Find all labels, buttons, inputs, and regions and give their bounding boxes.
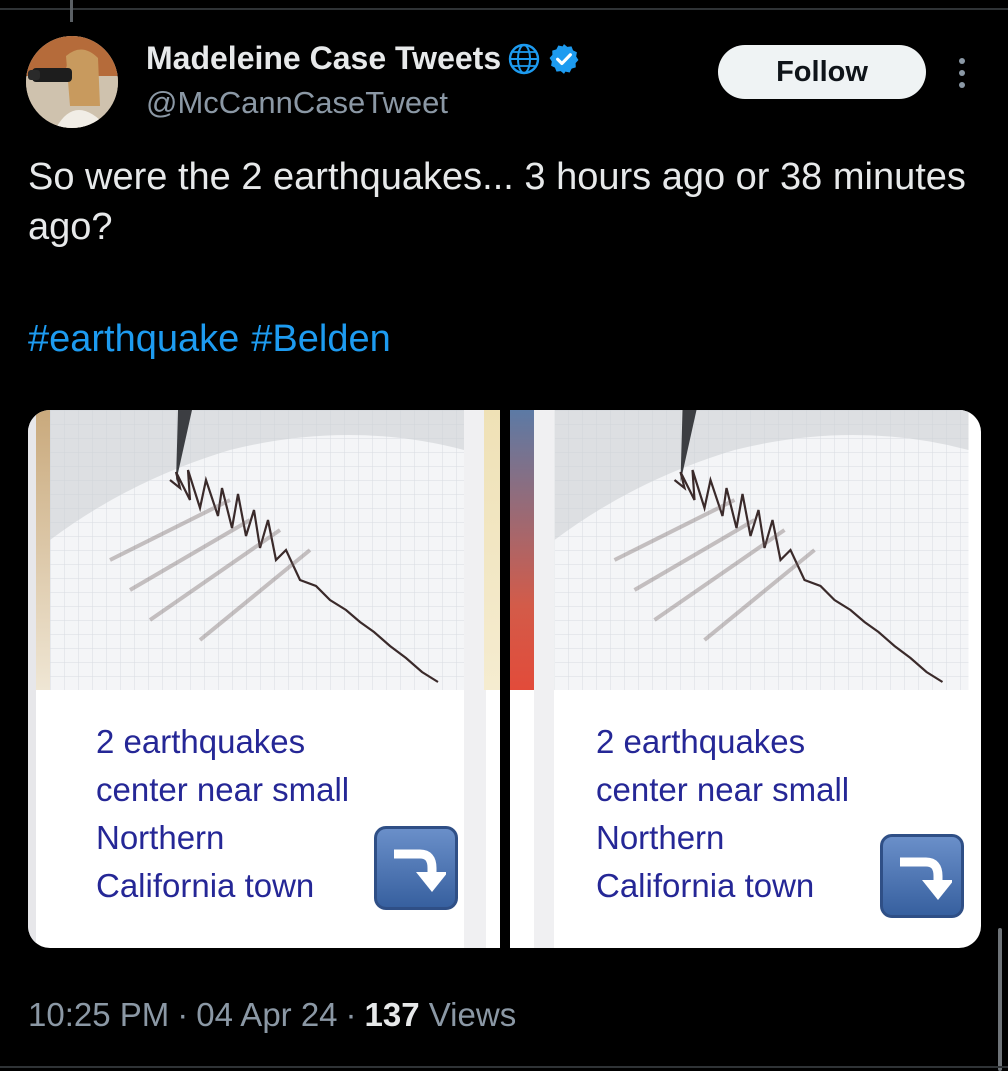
verified-badge-icon <box>549 43 579 74</box>
avatar-photo <box>26 36 118 128</box>
follow-button[interactable]: Follow <box>718 45 926 99</box>
separator: · <box>345 996 357 1033</box>
author-display-name[interactable]: Madeleine Case Tweets <box>146 40 501 77</box>
globe-icon <box>508 43 540 74</box>
arrow-curving-down-icon <box>374 826 458 910</box>
divider <box>0 1066 1008 1068</box>
avatar[interactable] <box>26 36 118 128</box>
media-image-1[interactable]: 2 earthquakes center near small Northern… <box>28 410 500 948</box>
author-handle[interactable]: @McCannCaseTweet <box>146 85 448 121</box>
scrollbar[interactable] <box>998 928 1002 1071</box>
more-options-button[interactable] <box>950 52 974 94</box>
views-count: 137 <box>364 996 420 1033</box>
divider <box>0 8 1008 10</box>
media-caption: 2 earthquakes center near small Northern… <box>596 723 850 904</box>
media-image-2[interactable]: 2 earthquakes center near small Northern… <box>510 410 981 948</box>
tweet-meta: 10:25 PM · 04 Apr 24 · 137 Views <box>28 996 516 1034</box>
views-label: Views <box>428 996 517 1033</box>
tweet-date[interactable]: 04 Apr 24 <box>196 996 337 1034</box>
tweet-page: Madeleine Case Tweets @McCannCaseTweet F… <box>0 0 1008 1071</box>
hashtag-link[interactable]: #Belden <box>251 318 390 361</box>
more-dots-icon <box>959 58 965 64</box>
separator: · <box>177 996 189 1033</box>
seismograph-image <box>554 410 969 690</box>
media-caption: 2 earthquakes center near small Northern… <box>96 723 350 904</box>
arrow-curving-down-icon <box>880 834 964 918</box>
media-grid[interactable]: 2 earthquakes center near small Northern… <box>28 410 981 948</box>
tweet-time[interactable]: 10:25 PM <box>28 996 169 1034</box>
seismograph-image <box>50 410 464 690</box>
hashtags: #earthquake #Belden <box>28 318 391 361</box>
hashtag-link[interactable]: #earthquake <box>28 318 239 361</box>
thread-line <box>70 0 73 22</box>
tweet-text: So were the 2 earthquakes... 3 hours ago… <box>28 156 966 248</box>
